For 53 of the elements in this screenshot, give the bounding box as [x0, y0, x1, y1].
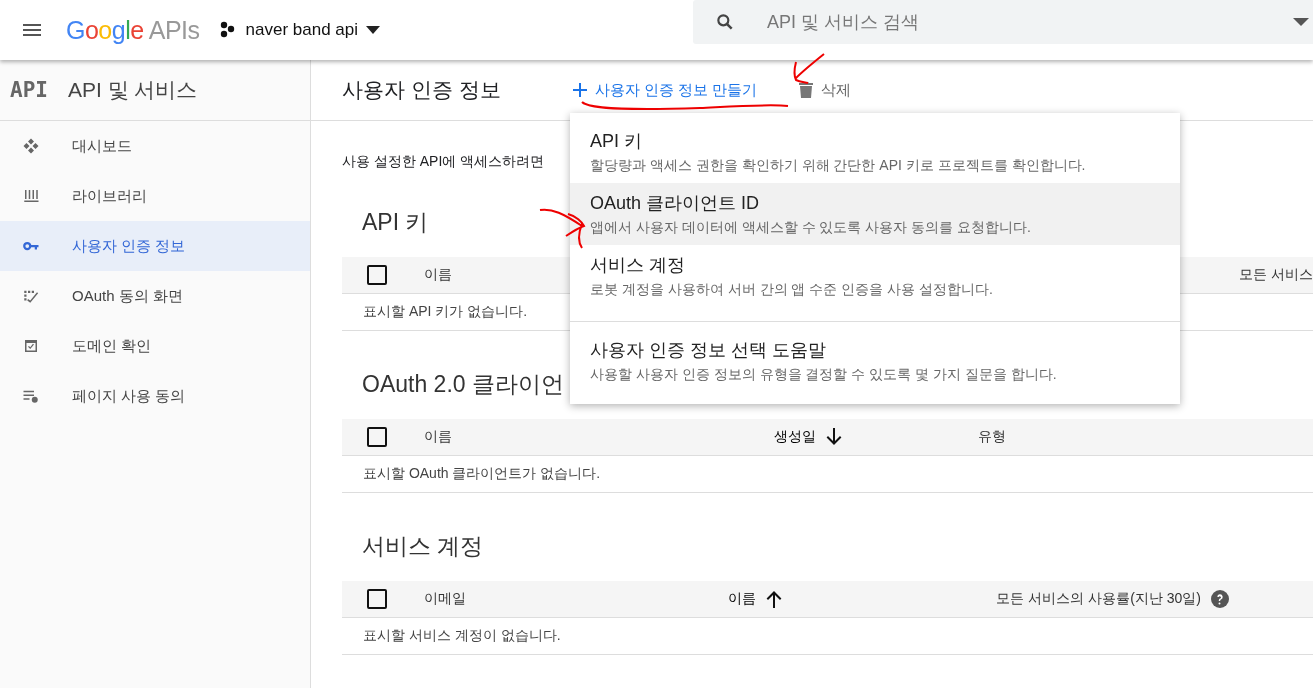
menu-item-title: 사용자 인증 정보 선택 도움말	[590, 339, 827, 362]
sidebar-item[interactable]: OAuth 동의 화면	[0, 271, 310, 321]
sidebar-item[interactable]: 라이브러리	[0, 171, 310, 221]
menu-item[interactable]: API 키 할당량과 액세스 권한을 확인하기 위해 간단한 API 키로 프로젝트를 확인합니다.	[570, 121, 1180, 183]
page-title: 사용자 인증 정보	[342, 77, 501, 103]
search-icon	[715, 12, 735, 32]
menu-item-description: 할당량과 액세스 권한을 확인하기 위해 간단한 API 키로 프로젝트를 확인합니다.	[590, 157, 1087, 175]
menu-item[interactable]: OAuth 클라이언트 ID 앱에서 사용자 데이터에 액세스할 수 있도록 사용자 동의를 요청합니다.	[570, 183, 1180, 245]
arrow-down-icon[interactable]	[826, 428, 842, 446]
empty-table-message: 표시할 서비스 계정이 없습니다.	[342, 618, 1313, 655]
sidebar-item[interactable]: 사용자 인증 정보	[0, 221, 310, 271]
column-header[interactable]: 이메일	[424, 590, 466, 608]
create-credentials-button[interactable]: 사용자 인증 정보 만들기	[566, 76, 764, 104]
plus-icon	[572, 83, 587, 97]
checkbox[interactable]	[367, 265, 387, 285]
menu-item[interactable]: 사용자 인증 정보 선택 도움말 사용할 사용자 인증 정보의 유형을 결정할 수 있도록 몇 가지 질문을 합니다.	[570, 321, 1180, 392]
search-input[interactable]: API 및 서비스 검색	[765, 10, 1263, 34]
menu-item-description: 사용할 사용자 인증 정보의 유형을 결정할 수 있도록 몇 가지 질문을 합니다.	[590, 366, 1058, 384]
column-header[interactable]: 유형	[978, 428, 1006, 446]
library-icon	[22, 187, 40, 205]
column-header[interactable]: 이름	[728, 590, 756, 608]
sidebar-item[interactable]: 페이지 사용 동의	[0, 371, 310, 421]
project-selector[interactable]: naver band api	[217, 20, 380, 40]
column-header[interactable]: 이름	[424, 266, 452, 284]
dropdown-arrow-icon	[366, 26, 380, 34]
help-icon[interactable]	[1211, 590, 1229, 608]
column-header[interactable]: 이름	[424, 428, 452, 446]
section-title: 서비스 계정	[362, 532, 484, 561]
column-header[interactable]: 생성일	[774, 428, 816, 446]
calendar-check-icon	[22, 337, 40, 355]
column-header[interactable]: 모든 서비스	[1239, 266, 1313, 284]
diamond-dots-icon	[22, 137, 40, 155]
column-header[interactable]: 모든 서비스의 사용률(지난 30일)	[996, 590, 1201, 608]
search-field[interactable]: API 및 서비스 검색	[693, 0, 1313, 44]
menu-item-description: 앱에서 사용자 데이터에 액세스할 수 있도록 사용자 동의를 요청합니다.	[590, 219, 1032, 237]
trash-icon	[799, 82, 814, 98]
sidebar-item[interactable]: 도메인 확인	[0, 321, 310, 371]
empty-table-message: 표시할 OAuth 클라이언트가 없습니다.	[342, 456, 1313, 493]
checkbox[interactable]	[367, 427, 387, 447]
menu-item-title: API 키	[590, 130, 643, 153]
checkbox[interactable]	[367, 589, 387, 609]
arrow-up-icon[interactable]	[766, 590, 782, 608]
sidebar-title: API 및 서비스	[67, 77, 198, 103]
logo[interactable]: Google APIs	[66, 15, 200, 45]
dropdown-arrow-icon	[1293, 18, 1309, 26]
delete-button[interactable]: 삭제	[793, 76, 858, 104]
menu-item-title: OAuth 클라이언트 ID	[590, 192, 761, 215]
intro-text: 사용 설정한 API에 액세스하려면	[342, 153, 545, 171]
section-title: OAuth 2.0 클라이언	[362, 370, 564, 399]
sidebar-item[interactable]: 대시보드	[0, 121, 310, 171]
section-title: API 키	[362, 208, 429, 237]
api-logo-text: API	[10, 78, 48, 102]
menu-item-title: 서비스 계정	[590, 254, 686, 277]
